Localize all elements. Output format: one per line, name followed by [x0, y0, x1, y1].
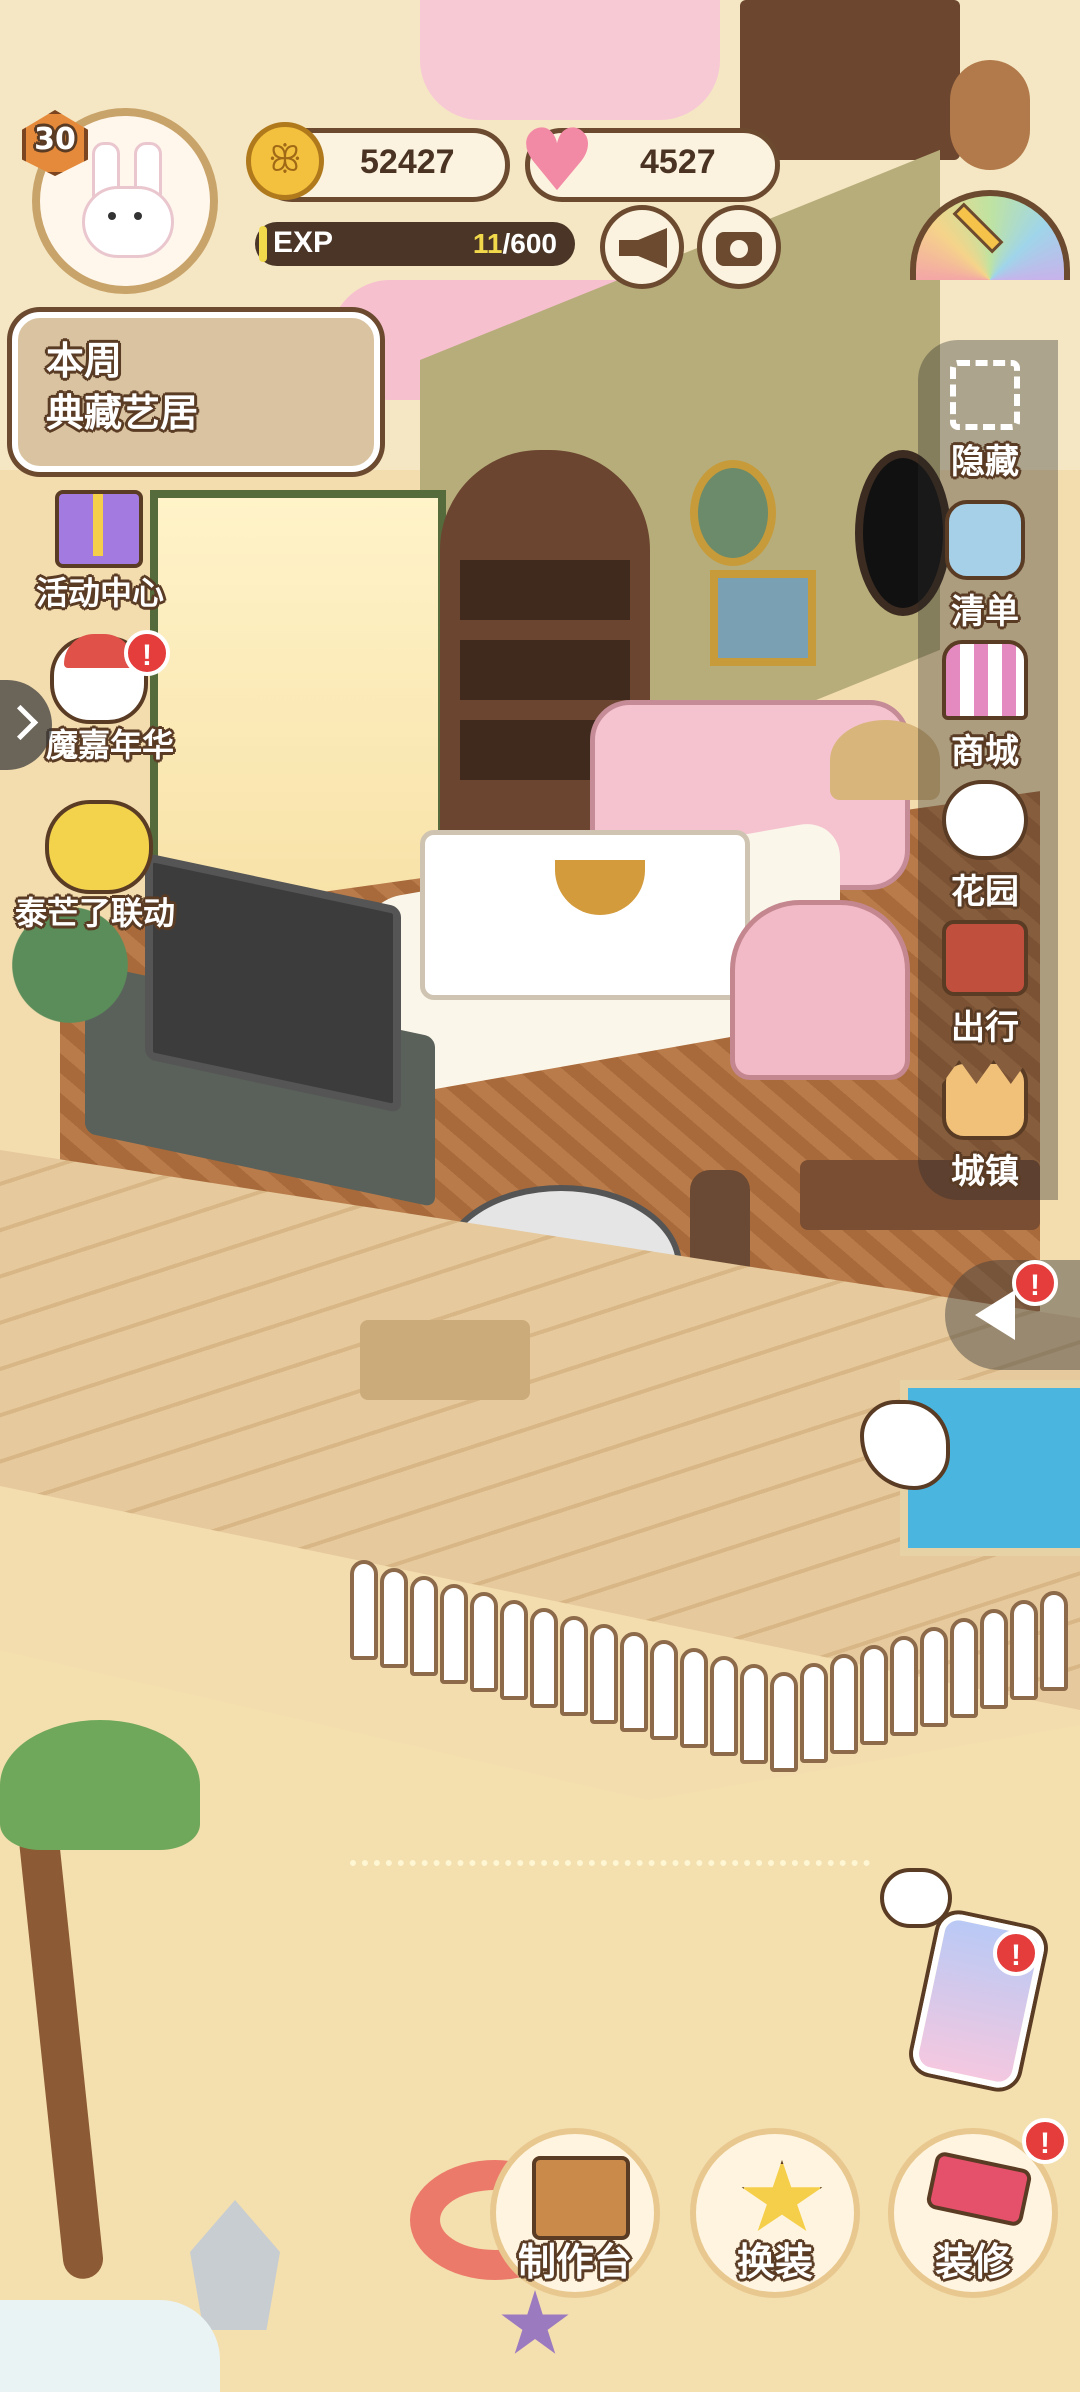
hide-button[interactable]: 隐藏: [925, 360, 1045, 483]
coin-icon: ꕥ: [246, 122, 324, 200]
dial-arrow-icon: [952, 202, 1004, 254]
camera-button[interactable]: [697, 205, 781, 289]
exp-label: EXP: [273, 226, 334, 259]
chevron-right-icon: [2, 704, 39, 741]
outfit-icon: [741, 2160, 823, 2231]
shop-label: 商城: [951, 732, 1019, 772]
hide-frame-icon: [950, 360, 1020, 430]
announcement-button[interactable]: [600, 205, 684, 289]
town-button[interactable]: 城镇: [925, 1060, 1045, 1193]
fence-post: [620, 1632, 648, 1732]
fence-post: [470, 1592, 498, 1692]
outfit-label: 换装: [736, 2240, 813, 2284]
fence-post: [890, 1636, 918, 1736]
mango-cat-icon: [45, 800, 153, 894]
travel-button[interactable]: 出行: [925, 920, 1045, 1049]
shop-icon: [942, 640, 1028, 720]
collab-button[interactable]: 泰芒了联动: [0, 800, 200, 940]
castle-icon: [942, 1060, 1028, 1140]
outfit-button[interactable]: 换装: [690, 2128, 860, 2298]
coin-value: 52427: [360, 143, 455, 181]
pink-bed[interactable]: [420, 0, 720, 120]
phone-button[interactable]: !: [909, 1900, 1048, 2092]
decorate-label: 装修: [934, 2240, 1011, 2284]
megaphone-icon: [619, 228, 667, 268]
decorate-alert-badge: !: [1022, 2118, 1068, 2164]
hide-label: 隐藏: [951, 442, 1019, 482]
exp-value: 11/600: [472, 228, 557, 259]
banner-line2: 典藏艺居: [46, 391, 199, 435]
weekly-collection-banner[interactable]: 本周 典藏艺居: [12, 312, 380, 472]
heart-value: 4527: [640, 143, 716, 181]
garden-label: 花园: [951, 872, 1019, 912]
fence-post: [830, 1654, 858, 1754]
fence-post: [350, 1560, 378, 1660]
landscape-frame[interactable]: [710, 570, 816, 666]
fence-post: [710, 1656, 738, 1756]
bunny-avatar-icon: [82, 142, 174, 258]
fence-post: [770, 1672, 798, 1772]
fence-post: [560, 1616, 588, 1716]
carnival-alert-badge: !: [124, 630, 170, 676]
fence-post: [860, 1645, 888, 1745]
left-menu: 活动中心 ! 魔嘉年华 泰芒了联动: [0, 480, 200, 940]
banner-line1: 本周: [46, 339, 123, 383]
sea-foam: [0, 2300, 220, 2392]
town-label: 城镇: [951, 1152, 1019, 1192]
fence-post: [800, 1663, 828, 1763]
fence-post: [410, 1576, 438, 1676]
garden-icon: [942, 780, 1028, 860]
coffee-table[interactable]: [420, 830, 750, 1000]
notice-alert-badge: !: [1012, 1260, 1058, 1306]
fence-post: [950, 1618, 978, 1718]
exp-bar: EXP 11/600: [255, 222, 575, 266]
paint-roller-icon: [925, 2150, 1033, 2228]
fence-post: [590, 1624, 618, 1724]
palm-tree: [0, 1640, 200, 2290]
luggage-icon: [942, 920, 1028, 996]
fence-post: [1040, 1591, 1068, 1691]
fence-post: [1010, 1600, 1038, 1700]
exp-fill: [259, 226, 267, 262]
deck-steps: [360, 1320, 530, 1400]
speaker-icon: [975, 1290, 1015, 1340]
workbench-button[interactable]: 制作台: [490, 2128, 660, 2298]
fence-post: [740, 1664, 768, 1764]
camera-icon: [716, 232, 762, 266]
rope-posts: [350, 1860, 870, 2066]
checklist-button[interactable]: 清单: [925, 500, 1045, 633]
event-center-button[interactable]: 活动中心: [0, 480, 200, 620]
checklist-label: 清单: [951, 592, 1019, 632]
travel-label: 出行: [951, 1008, 1019, 1048]
fence-post: [980, 1609, 1008, 1709]
phone-alert-badge: !: [993, 1930, 1039, 1976]
workbench-icon: [532, 2156, 630, 2240]
workbench-label: 制作台: [517, 2240, 632, 2284]
fence-post: [680, 1648, 708, 1748]
fence-post: [920, 1627, 948, 1727]
checklist-icon: [945, 500, 1025, 580]
gift-icon: [55, 490, 143, 568]
shop-button[interactable]: 商城: [925, 640, 1045, 773]
event-center-label: 活动中心: [35, 574, 164, 612]
chat-bubble-icon: [880, 1868, 952, 1928]
fence-post: [440, 1584, 468, 1684]
fence-post: [530, 1608, 558, 1708]
garden-button[interactable]: 花园: [925, 780, 1045, 913]
fence-post: [650, 1640, 678, 1740]
piano[interactable]: [740, 0, 960, 160]
level-text: 30: [34, 122, 76, 157]
collab-label: 泰芒了联动: [14, 894, 175, 932]
pink-armchair[interactable]: [730, 900, 910, 1080]
heart-icon: ♥: [518, 111, 596, 211]
fence-post: [500, 1600, 528, 1700]
fence-post: [380, 1568, 408, 1668]
teddy-bear[interactable]: [950, 60, 1030, 170]
portrait-frame[interactable]: [690, 460, 776, 566]
